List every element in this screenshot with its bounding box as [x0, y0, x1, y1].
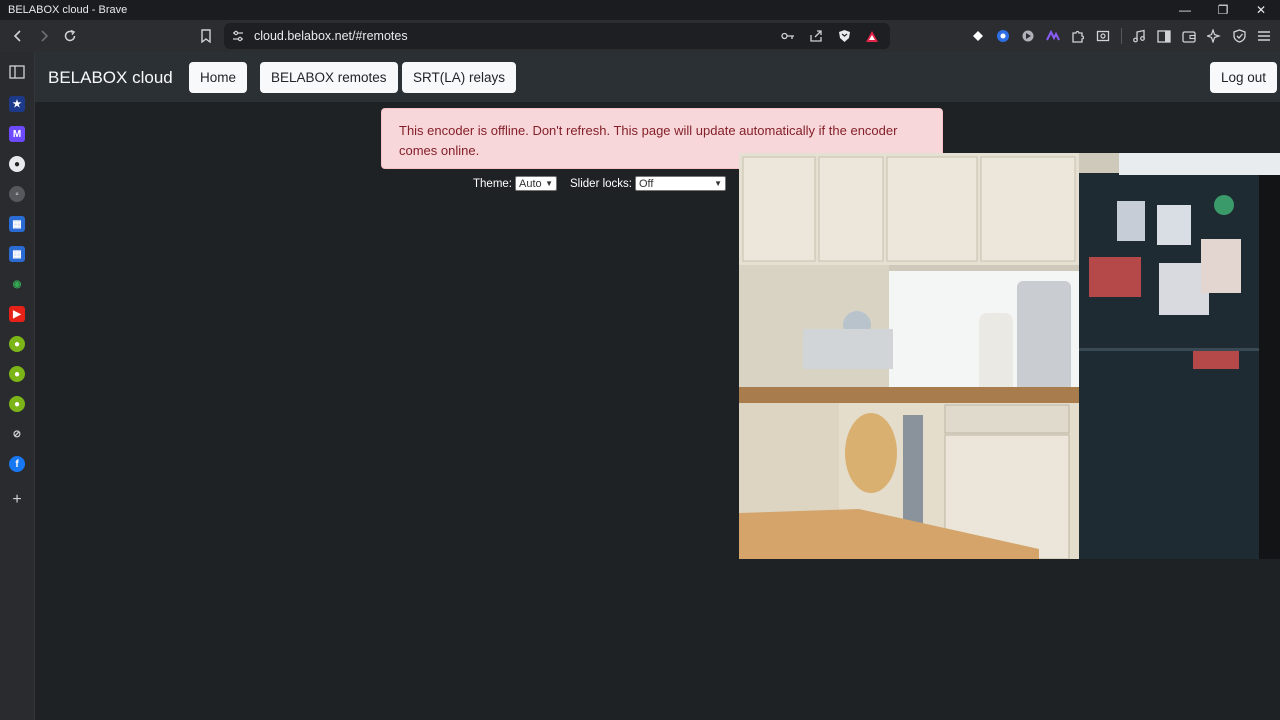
maximize-icon[interactable]: ❐ [1204, 3, 1242, 17]
puzzle-icon[interactable] [1066, 24, 1090, 48]
shield-icon[interactable] [1227, 24, 1251, 48]
chevron-down-icon: ▼ [714, 179, 722, 188]
chat-app-icon[interactable]: ● [9, 336, 25, 352]
plus-icon[interactable]: + [9, 491, 25, 508]
arrow-right-icon[interactable] [32, 24, 56, 48]
window-title-bar: BELABOX cloud - Brave — ❐ ✕ [0, 0, 1280, 20]
extension-blue-icon[interactable] [991, 24, 1015, 48]
facebook-icon[interactable]: f [9, 456, 25, 472]
globe-icon[interactable]: ◦ [9, 186, 25, 202]
relays-button[interactable]: SRT(LA) relays [402, 62, 517, 93]
brave-rewards-icon[interactable] [860, 24, 884, 48]
grid-app-icon[interactable]: ▦ [9, 216, 25, 232]
site-settings-icon[interactable] [228, 24, 248, 48]
slider-locks-select[interactable]: Off ▼ [635, 176, 726, 191]
theme-value: Auto [519, 177, 542, 190]
slider-locks-value: Off [639, 177, 654, 190]
browser-sidebar: ★ M ● ◦ ▦ ▦ ◉ ▶ ● ● ● ⊘ f + [0, 52, 35, 720]
window-title: BELABOX cloud - Brave [8, 4, 128, 16]
chevron-down-icon: ▼ [545, 179, 553, 188]
screenshot-icon[interactable] [1091, 24, 1115, 48]
url-text[interactable]: cloud.belabox.net/#remotes [254, 29, 776, 43]
sparkle-icon[interactable] [1202, 24, 1226, 48]
slider-locks-label: Slider locks: [570, 177, 632, 190]
minimize-icon[interactable]: — [1166, 3, 1204, 17]
share-icon[interactable] [804, 24, 828, 48]
brand-title[interactable]: BELABOX cloud [48, 68, 173, 88]
map-pin-icon[interactable]: ◉ [9, 276, 25, 292]
hamburger-icon[interactable] [1252, 24, 1276, 48]
music-note-icon[interactable] [1127, 24, 1151, 48]
chat-app-icon-3[interactable]: ● [9, 396, 25, 412]
chat-app-icon-2[interactable]: ● [9, 366, 25, 382]
grid-app-icon-2[interactable]: ▦ [9, 246, 25, 262]
webcam-video-overlay [739, 153, 1280, 559]
reddit-icon[interactable]: ● [9, 156, 25, 172]
bookmark-icon[interactable] [194, 24, 218, 48]
remotes-button[interactable]: BELABOX remotes [260, 62, 398, 93]
youtube-icon[interactable]: ▶ [9, 306, 25, 322]
logout-button[interactable]: Log out [1210, 62, 1278, 93]
star-app-icon[interactable]: ★ [9, 96, 25, 112]
brave-shields-icon[interactable] [832, 24, 856, 48]
key-icon[interactable] [776, 24, 800, 48]
address-bar[interactable]: cloud.belabox.net/#remotes [224, 23, 890, 49]
extension-gray-icon[interactable] [1016, 24, 1040, 48]
arrow-left-icon[interactable] [6, 24, 30, 48]
kitchen-video-frame [739, 153, 1280, 559]
sidebar-toggle-icon[interactable] [9, 64, 25, 80]
settings-controls: Theme: Auto ▼ Slider locks: Off ▼ La [473, 176, 756, 191]
proton-mail-icon[interactable]: M [9, 126, 25, 142]
wallet-icon[interactable] [1177, 24, 1201, 48]
close-icon[interactable]: ✕ [1242, 3, 1280, 17]
home-button[interactable]: Home [189, 62, 248, 93]
diamond-icon[interactable] [966, 24, 990, 48]
app-navbar: BELABOX cloud Home BELABOX remotes SRT(L… [35, 52, 1280, 102]
theme-label: Theme: [473, 177, 512, 190]
muted-icon[interactable]: ⊘ [9, 426, 25, 442]
divider [1116, 24, 1126, 48]
reload-icon[interactable] [58, 24, 82, 48]
theme-select[interactable]: Auto ▼ [515, 176, 557, 191]
sidebar-icon[interactable] [1152, 24, 1176, 48]
extension-purple-icon[interactable] [1041, 24, 1065, 48]
browser-toolbar: cloud.belabox.net/#remotes [0, 20, 1280, 52]
